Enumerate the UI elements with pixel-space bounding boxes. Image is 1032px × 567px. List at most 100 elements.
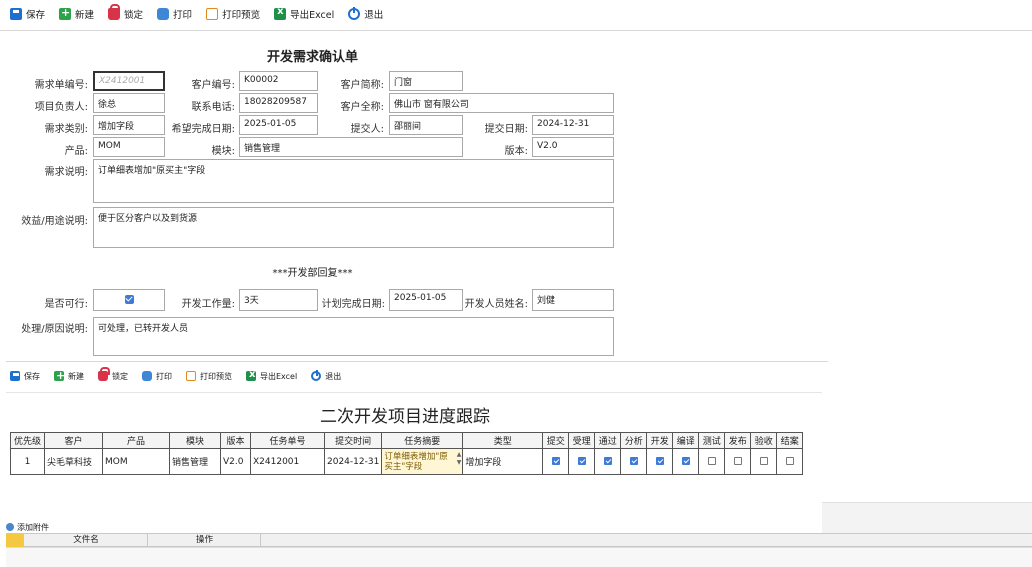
cust-code-field[interactable]: K00002	[239, 71, 318, 91]
benefit-field[interactable]: 便于区分客户以及到货源	[93, 207, 614, 248]
status-checkbox[interactable]	[733, 457, 742, 465]
col-header[interactable]: 分析	[620, 432, 648, 449]
type-cell[interactable]: 增加字段	[462, 448, 544, 475]
col-header[interactable]: 测试	[698, 432, 726, 449]
priority-cell[interactable]: 1	[10, 448, 45, 475]
tracking-lock-button[interactable]: 锁定	[98, 367, 128, 382]
proj-lead-field[interactable]: 徐总	[93, 93, 165, 113]
attachment-grid-body	[6, 547, 1032, 567]
cust-full-field[interactable]: 佛山市 窗有限公司	[389, 93, 614, 113]
new-button[interactable]: 新建	[59, 6, 94, 21]
submitter-field[interactable]: 邵丽间	[389, 115, 463, 135]
module-cell[interactable]: 销售管理	[169, 448, 221, 475]
expect-date-label: 希望完成日期:	[171, 124, 235, 135]
cust-code-label: 客户编号:	[191, 80, 235, 91]
expect-date-field[interactable]: 2025-01-05	[239, 115, 318, 135]
product-cell[interactable]: MOM	[102, 448, 170, 475]
version-cell[interactable]: V2.0	[220, 448, 251, 475]
status-cell	[672, 448, 700, 475]
filename-column-header[interactable]: 文件名	[25, 534, 148, 547]
form-title: 开发需求确认单	[266, 50, 358, 65]
status-checkbox[interactable]	[655, 457, 664, 465]
tracking-new-button[interactable]: 新建	[54, 369, 84, 382]
status-checkbox[interactable]	[551, 457, 560, 465]
save-button[interactable]: 保存	[10, 7, 45, 21]
power-icon	[311, 370, 322, 381]
workload-field[interactable]: 3天	[239, 289, 318, 311]
col-header[interactable]: 发布	[724, 432, 752, 449]
export-excel-label: 导出Excel	[260, 371, 298, 381]
tracking-exit-button[interactable]: 退出	[311, 370, 341, 382]
task-no-cell[interactable]: X2412001	[250, 448, 325, 475]
req-desc-label: 需求说明:	[44, 167, 88, 178]
col-header[interactable]: 提交时间	[323, 432, 383, 449]
col-header[interactable]: 通过	[594, 432, 622, 449]
tracking-print-preview-button[interactable]: 打印预览	[186, 371, 232, 382]
plan-date-field[interactable]: 2025-01-05	[389, 289, 463, 311]
col-header[interactable]: 结案	[776, 432, 804, 449]
print-preview-icon	[206, 8, 219, 20]
status-cell	[750, 448, 778, 475]
status-checkbox[interactable]	[707, 457, 716, 465]
col-header[interactable]: 提交	[542, 432, 570, 449]
status-cell	[646, 448, 674, 475]
table-row[interactable]: 1 尖毛草科技 MOM 销售管理 V2.0 X2412001 2024-12-3…	[10, 448, 804, 475]
lock-button[interactable]: 锁定	[108, 4, 143, 21]
row-selector-header[interactable]	[6, 534, 24, 547]
col-header[interactable]: 产品	[102, 432, 170, 449]
req-desc-field[interactable]: 订单细表增加"原买主"字段	[93, 159, 614, 203]
action-column-header[interactable]: 操作	[149, 534, 261, 547]
status-checkbox[interactable]	[577, 457, 586, 465]
summary-cell[interactable]: 订单细表增加"原买主"字段 ▲ ▼	[381, 448, 464, 475]
submit-date-field[interactable]: 2024-12-31	[532, 115, 614, 135]
export-excel-button[interactable]: 导出Excel	[274, 6, 334, 21]
print-button[interactable]: 打印	[157, 7, 192, 21]
tracking-title: 二次开发项目进度跟踪	[320, 407, 490, 427]
version-field[interactable]: V2.0	[532, 137, 614, 157]
status-checkbox[interactable]	[603, 457, 612, 465]
print-preview-button[interactable]: 打印预览	[206, 7, 260, 21]
submit-time-cell[interactable]: 2024-12-31	[323, 448, 383, 475]
paperclip-icon	[6, 523, 14, 531]
reason-field[interactable]: 可处理，已转开发人员	[93, 317, 614, 356]
status-checkbox[interactable]	[785, 457, 794, 465]
status-checkbox[interactable]	[681, 457, 690, 465]
phone-label: 联系电话:	[191, 102, 235, 113]
add-attachment-button[interactable]: 添加附件	[6, 521, 206, 533]
req-type-field[interactable]: 增加字段	[93, 115, 165, 135]
cust-short-field[interactable]: 门窗	[389, 71, 463, 91]
developer-field[interactable]: 刘健	[532, 289, 614, 311]
cust-full-label: 客户全称:	[340, 102, 384, 113]
col-header[interactable]: 模块	[169, 432, 221, 449]
tracking-table: 优先级 客户 产品 模块 版本 任务单号 提交时间 任务摘要 类型 提交 受理 …	[10, 432, 804, 475]
col-header[interactable]: 类型	[462, 432, 544, 449]
tracking-print-button[interactable]: 打印	[142, 371, 172, 382]
phone-field[interactable]: 18028209587	[239, 93, 318, 113]
module-field[interactable]: 销售管理	[239, 137, 463, 157]
col-header[interactable]: 验收	[750, 432, 778, 449]
col-header[interactable]: 开发	[646, 432, 674, 449]
col-header[interactable]: 任务单号	[250, 432, 325, 449]
product-field[interactable]: MOM	[93, 137, 165, 157]
tracking-save-button[interactable]: 保存	[10, 371, 40, 382]
col-header[interactable]: 版本	[220, 432, 251, 449]
lock-label: 锁定	[112, 371, 128, 381]
feasible-checkbox[interactable]	[125, 295, 134, 304]
col-header[interactable]: 优先级	[10, 432, 45, 449]
req-no-field[interactable]: X2412001	[93, 71, 165, 91]
status-checkbox[interactable]	[759, 457, 768, 465]
col-header[interactable]: 受理	[568, 432, 596, 449]
tracking-export-excel-button[interactable]: 导出Excel	[246, 369, 298, 382]
status-cell	[698, 448, 726, 475]
scroll-arrows-icon[interactable]: ▲ ▼	[457, 451, 462, 467]
add-attachment-label: 添加附件	[17, 522, 49, 532]
exit-button[interactable]: 退出	[348, 7, 383, 21]
col-header[interactable]: 客户	[44, 432, 103, 449]
customer-cell[interactable]: 尖毛草科技	[44, 448, 103, 475]
col-header[interactable]: 编译	[672, 432, 700, 449]
status-checkbox[interactable]	[629, 457, 638, 465]
proj-lead-label: 项目负责人:	[34, 102, 88, 113]
reply-heading: ***开发部回复***	[272, 268, 353, 279]
submit-date-label: 提交日期:	[484, 124, 528, 135]
col-header[interactable]: 任务摘要	[381, 432, 464, 449]
